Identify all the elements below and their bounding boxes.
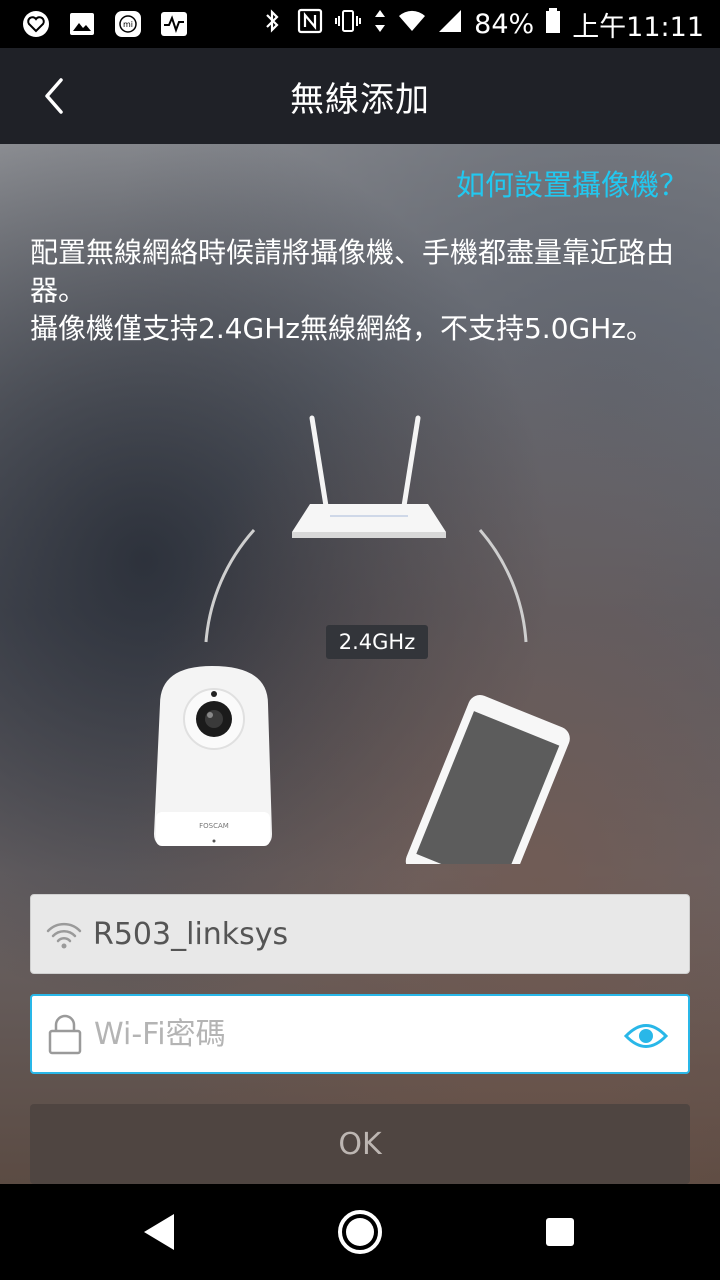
page-title: 無線添加: [290, 79, 430, 120]
wifi-icon: [46, 922, 82, 949]
signal-arc-right: [478, 529, 528, 643]
eye-icon: [624, 1024, 668, 1048]
instruction-line-1: 配置無線網絡時候請將攝像機、手機都盡量靠近路由器。: [30, 236, 675, 307]
chevron-left-icon: [45, 78, 63, 114]
square-recents-icon: [546, 1218, 574, 1246]
router-image: [292, 415, 446, 538]
lock-icon: [48, 1014, 82, 1055]
clock: 上午11:11: [572, 11, 704, 43]
vibrate-icon: [334, 7, 362, 42]
signal-arc-left: [204, 528, 256, 643]
activity-icon: [158, 8, 190, 40]
app-bar: 無線添加: [0, 48, 720, 144]
status-bar: mi 84% 上午11:11: [0, 0, 720, 48]
heart-app-icon: [20, 8, 52, 40]
home-circle-icon: [338, 1210, 382, 1254]
battery-percent: 84%: [474, 8, 535, 40]
instructions-text: 配置無線網絡時候請將攝像機、手機都盡量靠近路由器。 攝像機僅支持2.4GHz無線…: [30, 234, 696, 348]
camera-brand-label: FOSCAM: [199, 822, 229, 830]
battery-icon: [544, 7, 562, 42]
nav-home-button[interactable]: [332, 1204, 388, 1260]
nav-back-button[interactable]: [132, 1204, 188, 1260]
nav-recents-button[interactable]: [532, 1204, 588, 1260]
back-button[interactable]: [30, 72, 78, 120]
ssid-value: R503_linksys: [93, 916, 289, 952]
frequency-badge: 2.4GHz: [326, 625, 428, 659]
bluetooth-icon: [258, 7, 286, 42]
wifi-icon: [398, 7, 426, 42]
phone-image: [405, 695, 570, 864]
ssid-field[interactable]: R503_linksys: [30, 894, 690, 974]
camera-image: FOSCAM: [154, 666, 272, 846]
wifi-password-input[interactable]: [94, 1016, 614, 1052]
signal-icon: [436, 7, 464, 42]
data-arrows-icon: [372, 7, 388, 42]
navigation-bar: [0, 1184, 720, 1280]
gallery-icon: [66, 8, 98, 40]
mi-icon: mi: [112, 8, 144, 40]
main-content: 如何設置攝像機？ 配置無線網絡時候請將攝像機、手機都盡量靠近路由器。 攝像機僅支…: [0, 144, 720, 1184]
svg-text:mi: mi: [123, 20, 133, 29]
nfc-icon: [296, 7, 324, 42]
toggle-password-visibility-button[interactable]: [624, 1014, 668, 1058]
ok-button[interactable]: OK: [30, 1104, 690, 1184]
wifi-password-field[interactable]: [30, 994, 690, 1074]
how-to-setup-link[interactable]: 如何設置攝像機？: [456, 162, 688, 204]
instruction-line-2: 攝像機僅支持2.4GHz無線網絡，不支持5.0GHz。: [30, 312, 654, 345]
triangle-back-icon: [144, 1214, 174, 1250]
